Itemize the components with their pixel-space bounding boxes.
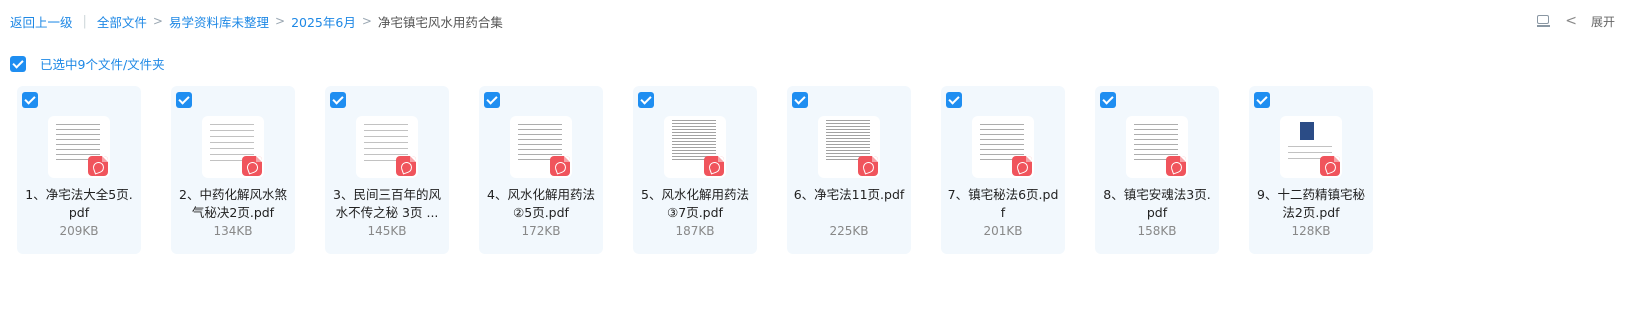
pdf-thumbnail [1126,116,1188,178]
pdf-thumbnail [664,116,726,178]
file-checkbox[interactable] [792,92,808,108]
chevron-left-icon[interactable]: < [1565,14,1577,28]
pdf-thumbnail [356,116,418,178]
back-link[interactable]: 返回上一级 [10,12,73,31]
breadcrumb-current-folder: 净宅镇宅风水用药合集 [377,14,503,30]
file-size: 209KB [59,224,99,238]
file-checkbox[interactable] [484,92,500,108]
list-view-icon[interactable] [1535,14,1551,28]
file-checkbox[interactable] [946,92,962,108]
file-checkbox[interactable] [1100,92,1116,108]
file-size: 172KB [521,224,561,238]
file-card[interactable]: 3、民间三百年的风水不传之秘 3页 ... 145KB [325,86,449,254]
pdf-icon [88,156,108,176]
file-checkbox[interactable] [22,92,38,108]
pdf-icon [396,156,416,176]
file-size: 134KB [213,224,253,238]
file-name: 7、镇宅秘法6页.pdf [947,187,1059,220]
breadcrumb-all-files[interactable]: 全部文件 [97,12,147,31]
pdf-thumbnail [202,116,264,178]
pdf-icon [858,156,878,176]
selection-count-label: 已选中9个文件/文件夹 [40,57,165,72]
file-card[interactable]: 8、镇宅安魂法3页.pdf 158KB [1095,86,1219,254]
file-size: 145KB [367,224,407,238]
file-name: 6、净宅法11页.pdf [793,187,905,202]
pdf-thumbnail [972,116,1034,178]
chevron-right-icon: > [275,14,286,28]
file-size: 158KB [1137,224,1177,238]
file-card[interactable]: 5、风水化解用药法③7页.pdf 187KB [633,86,757,254]
file-card[interactable]: 7、镇宅秘法6页.pdf 201KB [941,86,1065,254]
file-checkbox[interactable] [176,92,192,108]
pdf-thumbnail [1280,116,1342,178]
breadcrumb-folder-month[interactable]: 2025年6月 [291,12,356,31]
file-name: 8、镇宅安魂法3页.pdf [1103,187,1211,220]
pdf-thumbnail [510,116,572,178]
file-card[interactable]: 9、十二药精镇宅秘法2页.pdf 128KB [1249,86,1373,254]
breadcrumb: 返回上一级 | 全部文件 > 易学资料库未整理 > 2025年6月 > 净宅镇宅… [10,10,1625,32]
chevron-right-icon: > [152,14,163,28]
pdf-thumbnail [818,116,880,178]
file-checkbox[interactable] [638,92,654,108]
file-size: 187KB [675,224,715,238]
file-name: 2、中药化解风水煞气秘决2页.pdf [179,187,287,220]
file-checkbox[interactable] [330,92,346,108]
pdf-icon [704,156,724,176]
pdf-icon [1166,156,1186,176]
file-name: 5、风水化解用药法③7页.pdf [641,187,749,220]
view-tools: < 展开 [1535,10,1615,32]
pdf-icon [1012,156,1032,176]
file-card[interactable]: 4、风水化解用药法②5页.pdf 172KB [479,86,603,254]
file-name: 1、净宅法大全5页.pdf [25,187,133,220]
file-checkbox[interactable] [1254,92,1270,108]
file-name: 3、民间三百年的风水不传之秘 3页 ... [333,187,441,220]
file-card[interactable]: 1、净宅法大全5页.pdf 209KB [17,86,141,254]
file-card[interactable]: 2、中药化解风水煞气秘决2页.pdf 134KB [171,86,295,254]
selection-bar: 已选中9个文件/文件夹 [10,54,165,73]
file-grid: 1、净宅法大全5页.pdf 209KB 2、中药化解风水煞气秘决2页.pdf 1… [17,86,1373,254]
pdf-thumbnail [48,116,110,178]
pdf-icon [550,156,570,176]
breadcrumb-folder-library[interactable]: 易学资料库未整理 [169,12,269,31]
breadcrumb-divider: | [82,13,87,29]
file-size: 225KB [829,224,869,238]
file-card[interactable]: 6、净宅法11页.pdf 225KB [787,86,911,254]
file-size: 128KB [1291,224,1331,238]
file-size: 201KB [983,224,1023,238]
chevron-right-icon: > [361,14,372,28]
pdf-icon [242,156,262,176]
expand-button[interactable]: 展开 [1591,13,1615,30]
file-name: 4、风水化解用药法②5页.pdf [487,187,595,220]
file-name: 9、十二药精镇宅秘法2页.pdf [1257,187,1365,220]
select-all-checkbox[interactable] [10,55,26,72]
pdf-icon [1320,156,1340,176]
